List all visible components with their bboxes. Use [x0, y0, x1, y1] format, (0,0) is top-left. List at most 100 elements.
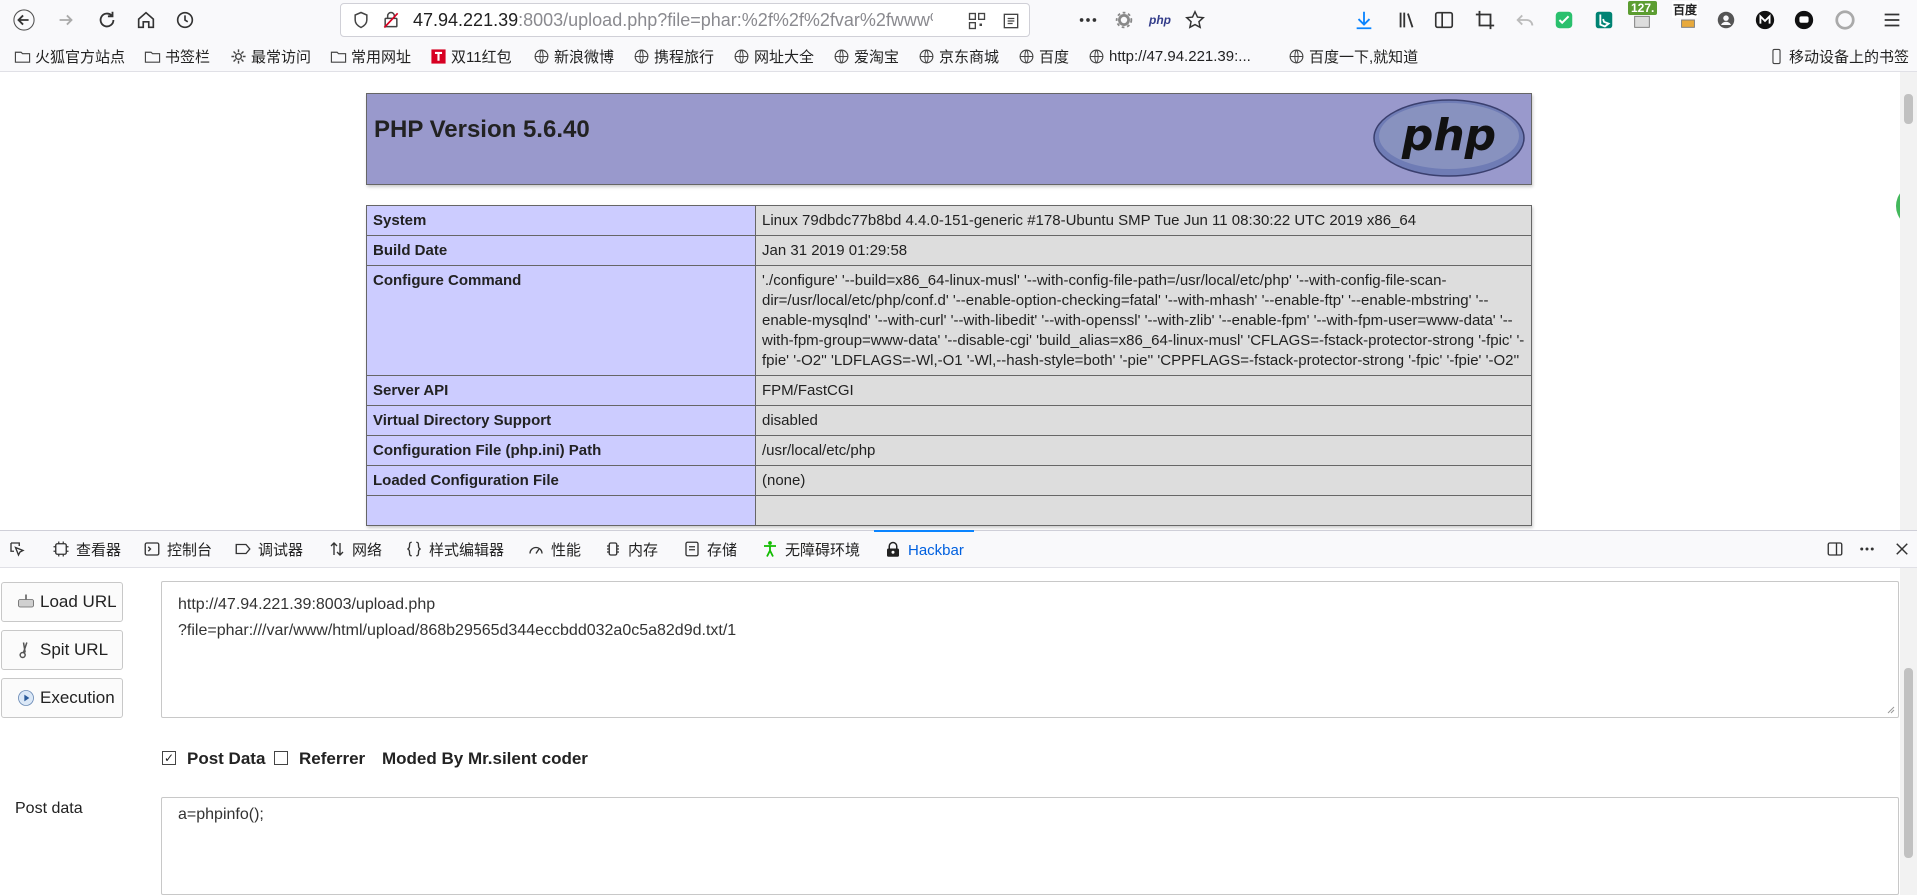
load-url-button[interactable]: Load URL: [1, 582, 123, 622]
bookmark-item[interactable]: 新浪微博: [533, 46, 614, 66]
back-button[interactable]: [8, 4, 40, 36]
bookmark-item[interactable]: 网址大全: [733, 46, 814, 66]
extension-button[interactable]: [1110, 6, 1138, 34]
bookmark-item[interactable]: 火狐官方站点: [14, 46, 125, 66]
tab-style-editor[interactable]: 样式编辑器: [405, 531, 504, 567]
phpinfo-header: PHP Version 5.6.40 php: [366, 93, 1532, 185]
bookmark-item[interactable]: 常用网址: [330, 46, 411, 66]
folder-icon: [144, 51, 161, 63]
dark-extension-button[interactable]: [1790, 6, 1818, 34]
bookmark-label: 常用网址: [351, 48, 412, 66]
screenshot-button[interactable]: [1471, 6, 1499, 34]
php-extension-button[interactable]: php: [1146, 6, 1174, 34]
tab-label: 内存: [628, 541, 659, 559]
bookmark-item[interactable]: 最常访问: [230, 46, 311, 66]
reload-button[interactable]: [91, 4, 123, 36]
referrer-checkbox[interactable]: [274, 751, 288, 765]
globe-icon: [534, 49, 549, 63]
table-row: Configuration File (php.ini) Path/usr/lo…: [366, 435, 1532, 466]
bookmark-item[interactable]: http://47.94.221.39:...: [1088, 46, 1251, 66]
library-button[interactable]: [1393, 6, 1421, 34]
qr-code-icon[interactable]: [967, 11, 987, 31]
bookmark-item[interactable]: 百度一下,就知道: [1288, 46, 1418, 66]
split-url-button[interactable]: Spit URL: [1, 630, 123, 670]
post-data-checkbox[interactable]: ✓: [162, 751, 176, 765]
devtools-menu-button[interactable]: [1858, 531, 1882, 567]
reader-view-icon[interactable]: [1001, 11, 1021, 31]
tab-network[interactable]: 网络: [328, 531, 382, 567]
post-data-textarea[interactable]: a=phpinfo();: [161, 797, 1899, 895]
bookmark-item[interactable]: 爱淘宝: [833, 46, 899, 66]
dock-side-icon: [1827, 542, 1843, 556]
bookmark-label: 百度一下,就知道: [1309, 48, 1419, 66]
address-bar[interactable]: 47.94.221.39:8003/upload.php?file=phar:%…: [340, 3, 1030, 37]
home-button[interactable]: [130, 4, 162, 36]
grey-extension-button[interactable]: [1831, 6, 1859, 34]
bookmark-item[interactable]: 京东商城: [918, 46, 999, 66]
baidu-extension-button[interactable]: 百度: [1672, 1, 1702, 34]
page-scrollbar[interactable]: [1900, 72, 1917, 530]
bookmark-label: 火狐官方站点: [35, 48, 126, 66]
bookmark-item[interactable]: 百度: [1018, 46, 1069, 66]
table-row: System Linux 79dbdc77b8bd 4.4.0-151-gener…: [366, 205, 1532, 236]
counter-badge: 127.: [1628, 1, 1658, 15]
counter-extension-button[interactable]: 127.: [1628, 1, 1658, 34]
tab-label: Hackbar: [908, 541, 964, 559]
devtools-scrollbar-thumb[interactable]: [1904, 668, 1913, 858]
bookmark-item[interactable]: 双11红包: [430, 46, 512, 66]
globe-icon: [634, 49, 649, 63]
history-button[interactable]: [169, 4, 201, 36]
url-textarea[interactable]: http://47.94.221.39:8003/upload.php ?fil…: [161, 581, 1899, 718]
row-key: Loaded Configuration File: [366, 465, 756, 496]
post-data-section-label: Post data: [15, 800, 83, 817]
tab-performance[interactable]: 性能: [527, 531, 581, 567]
bookmark-star-button[interactable]: [1181, 6, 1209, 34]
mobile-bookmarks[interactable]: 移动设备上的书签: [1768, 46, 1909, 66]
page-actions-button[interactable]: [1074, 6, 1102, 34]
bookmark-item[interactable]: 携程旅行: [633, 46, 714, 66]
tab-accessibility[interactable]: 无障碍环境: [761, 531, 860, 567]
tab-console[interactable]: 控制台: [143, 531, 212, 567]
bing-extension-button[interactable]: [1590, 6, 1618, 34]
bookmark-item[interactable]: 书签栏: [144, 46, 210, 66]
account-button[interactable]: [1712, 6, 1740, 34]
reload-icon: [99, 11, 115, 28]
history-clock-icon: [176, 11, 194, 29]
devtools-close-button[interactable]: [1893, 531, 1917, 567]
load-url-label: Load URL: [40, 592, 117, 611]
green-extension-button[interactable]: [1550, 6, 1578, 34]
page-content: PHP Version 5.6.40 php System Linux 79dbd…: [0, 72, 1900, 530]
url-text[interactable]: 47.94.221.39:8003/upload.php?file=phar:%…: [413, 10, 933, 31]
row-value: disabled: [755, 405, 1532, 436]
tab-storage[interactable]: 存储: [683, 531, 737, 567]
shield-icon[interactable]: [351, 10, 371, 30]
execution-button[interactable]: Execution: [1, 678, 123, 718]
sidebar-button[interactable]: [1430, 6, 1458, 34]
resize-grip-icon[interactable]: [1885, 704, 1895, 714]
dock-toggle-button[interactable]: [1826, 531, 1850, 567]
tab-label: 性能: [551, 541, 582, 559]
m-logo-icon: [1755, 10, 1775, 30]
bookmark-label: 京东商城: [939, 48, 1000, 66]
tab-memory[interactable]: 内存: [604, 531, 658, 567]
account-avatar-icon: [1717, 11, 1735, 29]
m-extension-button[interactable]: [1751, 6, 1779, 34]
insecure-lock-icon[interactable]: [381, 10, 401, 30]
downloads-button[interactable]: [1350, 6, 1378, 34]
tab-debugger[interactable]: 调试器: [234, 531, 303, 567]
inspector-icon: [53, 541, 69, 557]
page-scrollbar-thumb[interactable]: [1904, 94, 1913, 124]
element-picker-button[interactable]: [8, 531, 32, 567]
url-rest: :8003/upload.php?file=phar:%2f%2f%2fvar%…: [518, 10, 933, 30]
tab-hackbar[interactable]: Hackbar: [874, 530, 974, 568]
gear-icon: [231, 48, 246, 64]
forward-button[interactable]: [50, 4, 82, 36]
forward-arrow-icon: [59, 14, 73, 26]
row-key: Build Date: [366, 235, 756, 266]
devtools-scrollbar[interactable]: [1900, 568, 1917, 895]
undo-close-button[interactable]: [1511, 6, 1539, 34]
back-arrow-icon: [13, 9, 35, 31]
main-menu-button[interactable]: [1878, 6, 1906, 34]
bing-icon: [1595, 11, 1613, 29]
tab-inspector[interactable]: 查看器: [52, 531, 121, 567]
